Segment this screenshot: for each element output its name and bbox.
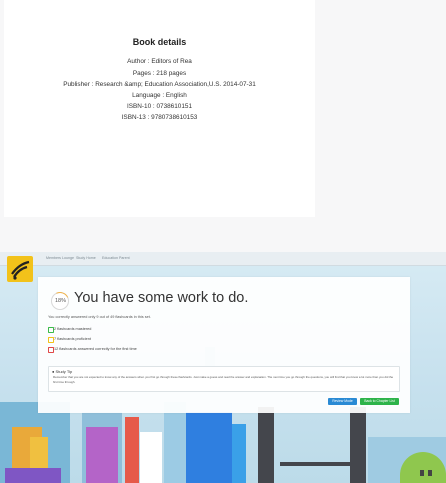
book-publisher: Publisher : Research &amp; Education Ass… xyxy=(63,81,256,88)
book-author: Author : Editors of Rea xyxy=(127,58,192,65)
wifi-logo-icon xyxy=(11,260,30,280)
progress-percent: 18% xyxy=(54,298,66,304)
results-summary: You correctly answered only 9 out of 49 … xyxy=(48,315,151,319)
top-bar: Members Lounge Study Home Education Pare… xyxy=(0,252,446,266)
book-isbn13: ISBN-13 : 9780738610153 xyxy=(121,114,198,121)
study-tip-text: Remember that you are not expected to kn… xyxy=(53,375,394,384)
results-panel: 18% You have some work to do. You correc… xyxy=(38,277,410,413)
results-headline: You have some work to do. xyxy=(74,290,249,306)
back-to-chapter-list-button[interactable]: Back to Chapter List xyxy=(360,398,399,405)
book-pages: Pages : 218 pages xyxy=(132,70,187,77)
book-language: Language : English xyxy=(132,92,187,99)
book-isbn10: ISBN-10 : 0738610151 xyxy=(126,103,193,110)
stat-proficient-label: 7 flashcards proficient xyxy=(54,337,91,341)
book-details-card: Book details Author : Editors of Rea Pag… xyxy=(4,0,315,217)
book-details-title: Book details xyxy=(132,37,187,47)
flashcard-results-app: Members Lounge Study Home Education Pare… xyxy=(0,252,446,483)
info-icon: ● xyxy=(52,369,55,374)
study-tip-title: ● Study Tip xyxy=(52,369,72,374)
breadcrumb-education-parent[interactable]: Education Parent xyxy=(102,256,130,260)
stat-first-time-label: 12 flashcards answered correctly for the… xyxy=(54,347,137,351)
study-tip-box: ● Study Tip Remember that you are not ex… xyxy=(48,366,400,392)
stat-mastered-label: 2 flashcards mastered xyxy=(54,327,92,331)
review-mode-button[interactable]: Review Mode xyxy=(328,398,357,405)
study-tip-title-text: Study Tip xyxy=(55,369,73,374)
breadcrumb-study-home[interactable]: Study Home xyxy=(76,256,96,260)
brand-logo[interactable] xyxy=(7,256,33,282)
breadcrumb-members-lounge[interactable]: Members Lounge xyxy=(46,256,74,260)
